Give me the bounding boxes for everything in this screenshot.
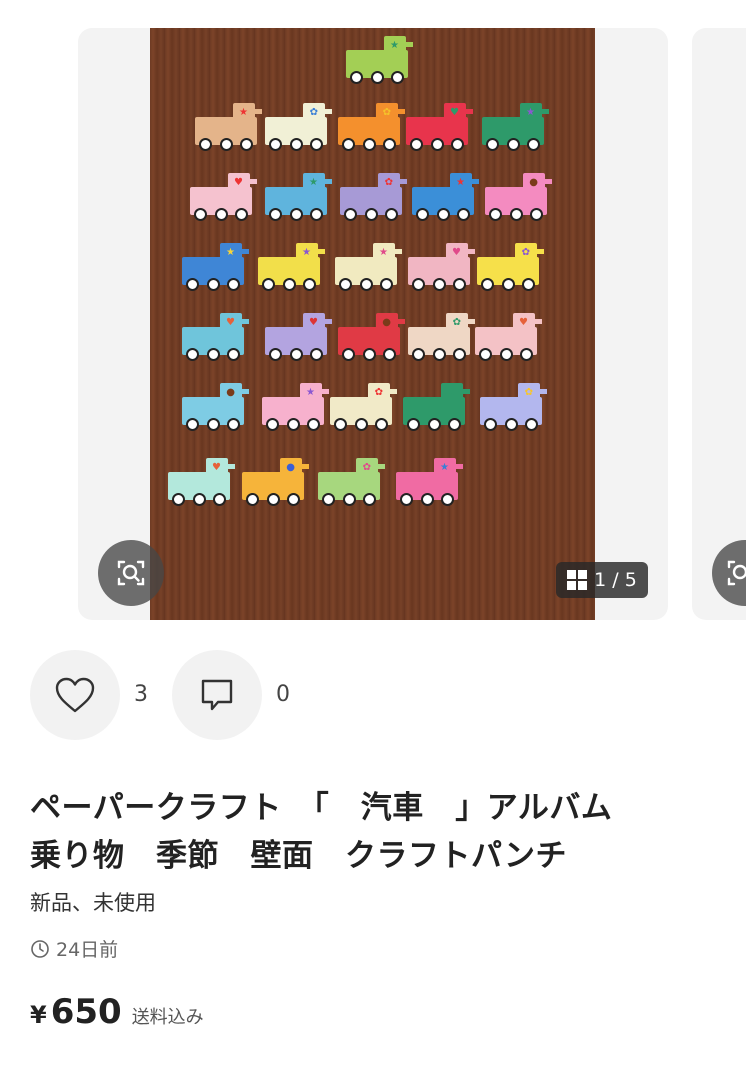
zoom-icon xyxy=(727,560,746,586)
like-button[interactable] xyxy=(30,650,120,740)
comment-count: 0 xyxy=(276,682,290,707)
paper-train: ✿ xyxy=(477,243,544,291)
paper-train: ★ xyxy=(265,173,332,221)
paper-train: ★ xyxy=(182,243,249,291)
currency-symbol: ¥ xyxy=(30,1001,47,1029)
paper-train: ♥ xyxy=(190,173,257,221)
paper-train: ● xyxy=(338,313,405,361)
posted-time-text: 24日前 xyxy=(56,939,119,961)
comment-icon xyxy=(201,679,233,711)
paper-train: ★ xyxy=(346,36,413,84)
paper-train: ★ xyxy=(335,243,402,291)
paper-train: ★ xyxy=(262,383,329,431)
paper-train: ♥ xyxy=(182,313,249,361)
grid-icon xyxy=(567,570,588,590)
image-carousel[interactable]: ★ ★ ✿ ✿ ♥ ★ ♥ ★ ✿ ★ ● ★ ★ ★ ♥ ✿ ♥ ♥ ● ✿ ♥ ● ★ ✿ ★ ✿ ♥ ● ✿ ★ 1 / 5 xyxy=(0,0,746,640)
paper-train: ✿ xyxy=(340,173,407,221)
like-count: 3 xyxy=(134,682,148,707)
paper-train: ★ xyxy=(403,383,470,431)
paper-train: ♥ xyxy=(406,103,473,151)
item-condition: 新品、未使用 xyxy=(30,891,156,915)
paper-train: ♥ xyxy=(168,458,235,506)
paper-train: ✿ xyxy=(480,383,547,431)
paper-train: ● xyxy=(242,458,309,506)
paper-train: ★ xyxy=(396,458,463,506)
shipping-note: 送料込み xyxy=(131,1007,204,1028)
posted-time: 24日前 xyxy=(30,935,118,962)
paper-train: ● xyxy=(182,383,249,431)
zoom-icon xyxy=(117,560,145,586)
price-block: ¥ 650 送料込み xyxy=(30,992,204,1032)
paper-train: ✿ xyxy=(408,313,475,361)
product-photo[interactable]: ★ ★ ✿ ✿ ♥ ★ ♥ ★ ✿ ★ ● ★ ★ ★ ♥ ✿ ♥ ♥ ● ✿ ♥ ● ★ ✿ ★ ✿ ♥ ● ✿ ★ xyxy=(150,28,595,620)
image-counter[interactable]: 1 / 5 xyxy=(556,562,648,598)
paper-train: ✿ xyxy=(330,383,397,431)
paper-train: ♥ xyxy=(408,243,475,291)
paper-train: ● xyxy=(485,173,552,221)
clock-icon xyxy=(31,939,49,958)
paper-train: ★ xyxy=(412,173,479,221)
paper-train: ✿ xyxy=(338,103,405,151)
paper-train: ★ xyxy=(482,103,549,151)
paper-train: ✿ xyxy=(318,458,385,506)
comment-button[interactable] xyxy=(172,650,262,740)
item-title: ペーパークラフト 「 汽車 」アルバム 乗り物 季節 壁面 クラフトパンチ xyxy=(30,790,613,874)
paper-train: ★ xyxy=(195,103,262,151)
paper-train: ♥ xyxy=(265,313,332,361)
paper-train: ♥ xyxy=(475,313,542,361)
next-image-card[interactable] xyxy=(692,28,746,620)
paper-train: ★ xyxy=(258,243,325,291)
zoom-button[interactable] xyxy=(98,540,164,606)
price-amount: 650 xyxy=(50,992,122,1032)
image-counter-text: 1 / 5 xyxy=(594,569,637,591)
heart-icon xyxy=(55,677,95,713)
paper-train: ✿ xyxy=(265,103,332,151)
